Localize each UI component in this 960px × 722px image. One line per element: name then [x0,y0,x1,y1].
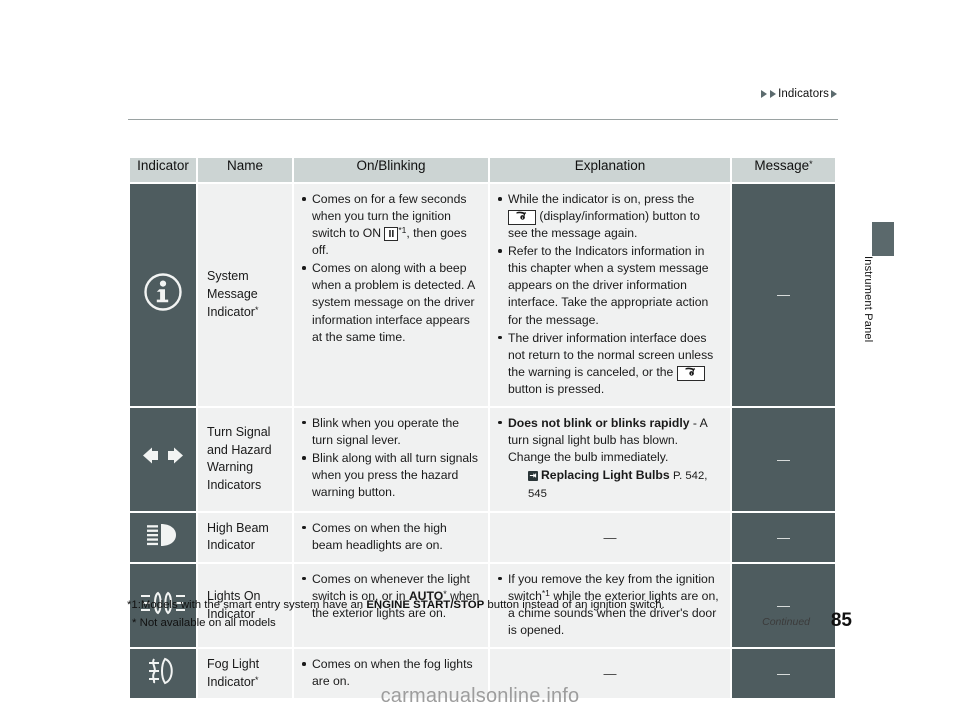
table-row: Turn Signal and Hazard Warning Indicator… [128,405,837,513]
table-row: High Beam Indicator Comes on when the hi… [128,510,837,564]
column-header-message-label: Message [754,158,810,173]
indicator-icon-cell [128,182,198,408]
footnote-1-bold: ENGINE START/STOP [366,599,485,611]
indicator-name-cell: High Beam Indicator [196,510,294,564]
list-item: The driver information interface does no… [496,330,722,398]
explanation-text: (display/information) button to see the … [508,209,700,241]
on-blinking-cell: Blink when you operate the turn signal l… [292,405,490,513]
list-item: Blink when you operate the turn signal l… [300,415,480,449]
column-header-on-blinking: On/Blinking [292,156,490,184]
continued-label: Continued [762,616,810,628]
footnote-1: *1:Models with the smart entry system ha… [127,597,665,615]
header-divider [128,119,838,120]
indicator-name-cell: System Message Indicator* [196,182,294,408]
explanation-text: button is pressed. [508,381,605,396]
breadcrumb-label: Indicators [778,88,829,100]
indicator-icon-cell [128,405,198,513]
ignition-on-box-icon: II [384,227,399,242]
cross-reference-label: Replacing Light Bulbs [541,468,670,483]
fog-light-icon [149,658,173,685]
display-information-button-icon: i [508,210,536,226]
watermark: carmanualsonline.info [380,685,580,707]
list-item: Comes on for a few seconds when you turn… [300,191,480,259]
breadcrumb: Indicators [760,88,838,100]
explanation-cell: Does not blink or blinks rapidly - A tur… [488,405,732,513]
explanation-cell: While the indicator is on, press the i (… [488,182,732,408]
message-cell: — [730,510,837,564]
list-item: Does not blink or blinks rapidly - A tur… [496,415,722,503]
column-header-message: Message* [730,156,837,184]
indicator-name: System Message Indicator [207,269,258,319]
high-beam-icon [147,523,176,546]
svg-text:i: i [522,215,523,220]
on-blinking-cell: Comes on for a few seconds when you turn… [292,182,490,408]
column-header-message-superscript: * [809,159,813,169]
table-row: System Message Indicator* Comes on for a… [128,182,837,408]
column-header-indicator: Indicator [128,156,198,184]
explanation-bold: Does not blink or blinks rapidly [508,415,690,430]
info-circle-icon [144,273,182,312]
section-tab-marker [872,222,894,256]
list-item: While the indicator is on, press the i (… [496,191,722,242]
page-number: 85 [830,610,852,631]
cross-reference-arrow-icon: ⇥ [528,471,538,482]
message-cell: — [730,405,837,513]
breadcrumb-arrow-icon [761,90,768,98]
on-blinking-cell: Comes on when the high beam headlights a… [292,510,490,564]
list-item: Comes on along with a beep when a proble… [300,260,480,345]
explanation-cell: — [488,510,732,564]
column-header-name: Name [196,156,294,184]
svg-text:i: i [691,371,692,376]
indicator-name-superscript: * [254,304,259,315]
message-cell: — [730,182,837,408]
turn-signal-arrows-icon [143,447,183,464]
list-item: Refer to the Indicators information in t… [496,243,722,328]
column-header-explanation: Explanation [488,156,732,184]
breadcrumb-arrow-icon [770,90,777,98]
footnotes: *1:Models with the smart entry system ha… [127,597,665,632]
message-cell: — [730,561,837,650]
display-information-button-icon: i [676,365,705,381]
list-item: Blink along with all turn signals when y… [300,450,480,501]
indicator-name-cell: Turn Signal and Hazard Warning Indicator… [196,405,294,513]
list-item: Comes on when the high beam headlights a… [300,520,480,554]
explanation-text: While the indicator is on, press the [508,192,695,206]
indicator-name-superscript: * [254,674,259,685]
cross-reference[interactable]: ⇥ Replacing Light Bulbs P. 542, 545 [508,467,722,503]
section-tab-label: Instrument Panel [862,256,874,343]
breadcrumb-arrow-icon [831,90,837,98]
footnote-2: * Not available on all models [132,616,276,629]
footnote-1-post: button instead of an ignition switch. [487,599,665,611]
table-header-row: Indicator Name On/Blinking Explanation M… [128,156,837,184]
indicator-icon-cell [128,510,198,564]
footnote-1-pre: *1:Models with the smart entry system ha… [127,599,364,611]
